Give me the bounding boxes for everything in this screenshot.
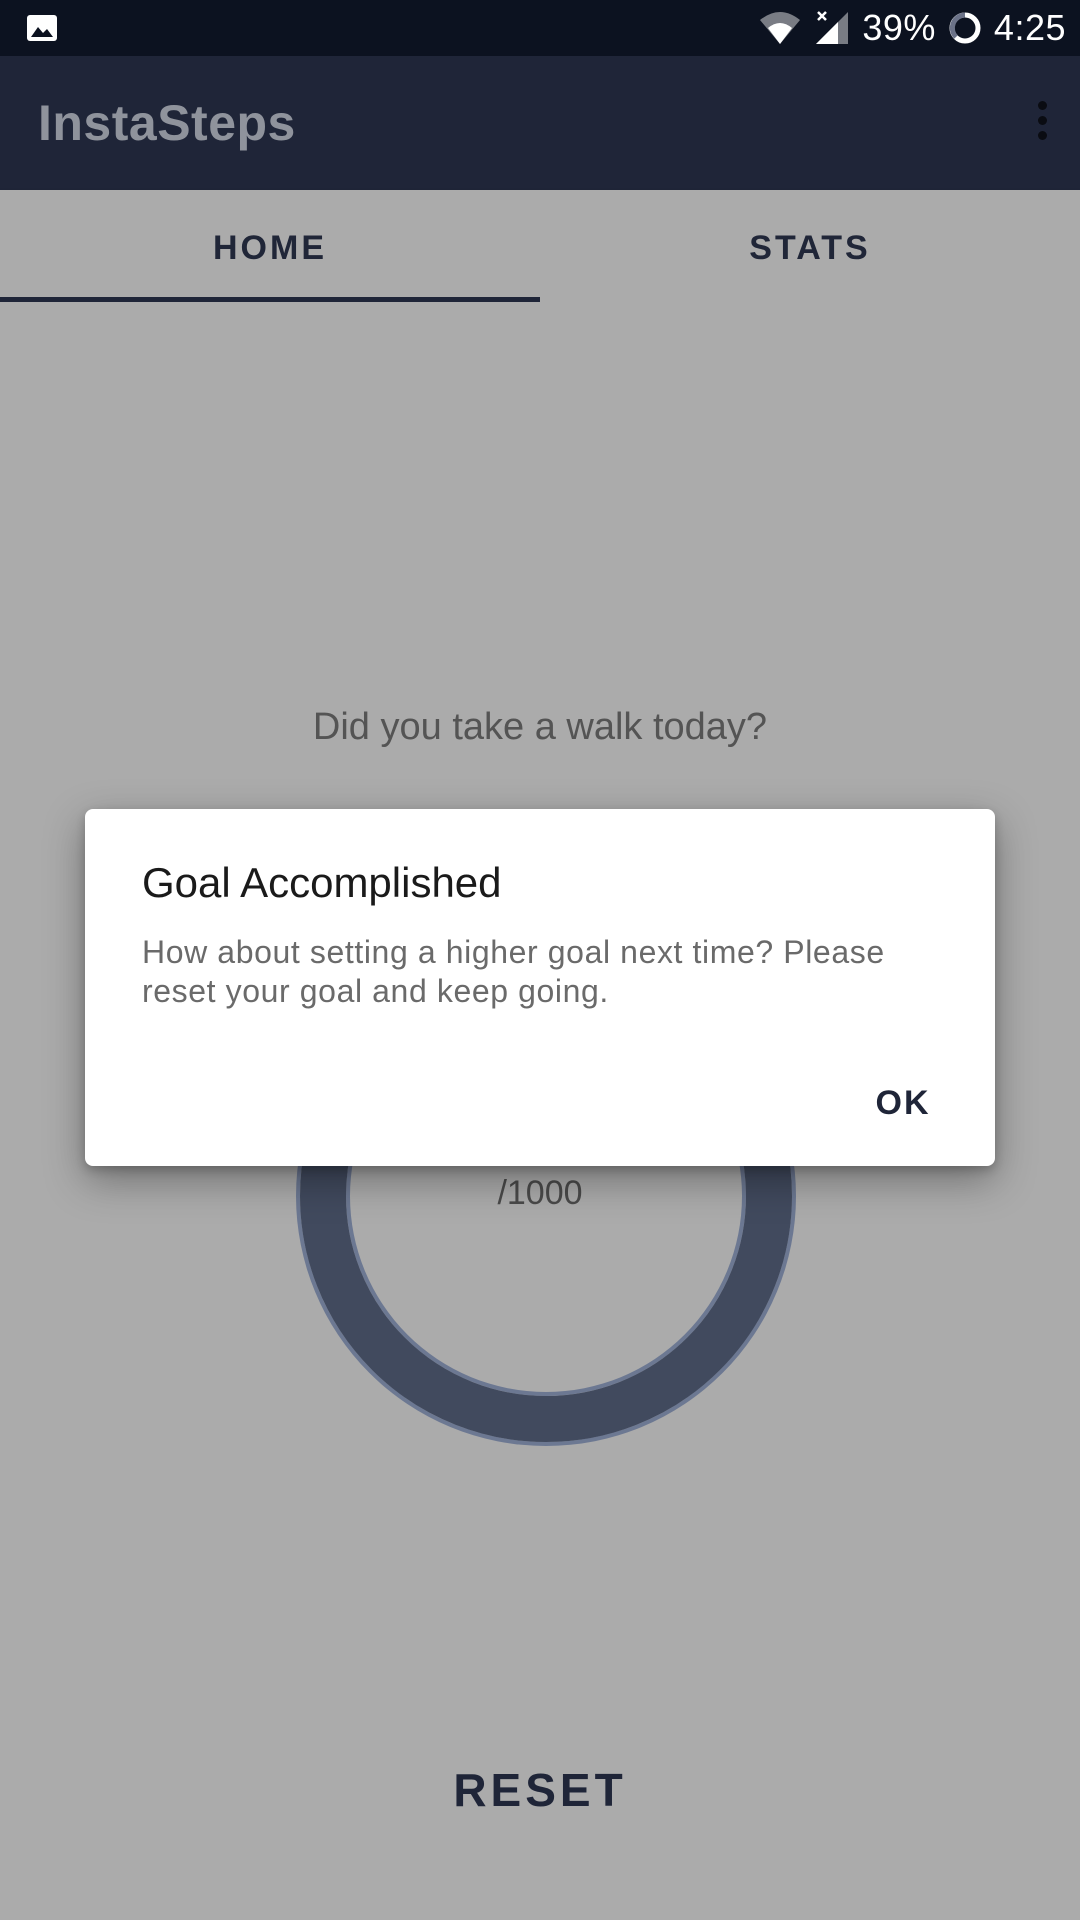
signal-no-sim-icon <box>816 11 849 44</box>
reset-button[interactable]: RESET <box>420 1742 660 1838</box>
dialog-title: Goal Accomplished <box>142 859 502 906</box>
app-bar: InstaSteps <box>0 56 1080 190</box>
status-bar: 39% 4:25 <box>0 0 1080 56</box>
wifi-icon <box>760 12 801 44</box>
tab-bar: HOME STATS <box>0 190 1080 302</box>
tab-home[interactable]: HOME <box>0 190 540 302</box>
tab-stats[interactable]: STATS <box>540 190 1080 302</box>
goal-text: /1000 <box>497 1174 583 1212</box>
image-icon <box>27 15 57 41</box>
dialog-message: How about setting a higher goal next tim… <box>142 934 885 1009</box>
ok-button[interactable]: OK <box>863 1071 943 1135</box>
app-title: InstaSteps <box>38 95 296 151</box>
battery-percent: 39% <box>862 7 936 48</box>
battery-ring-icon <box>949 12 981 44</box>
status-time: 4:25 <box>993 7 1066 48</box>
walk-prompt: Did you take a walk today? <box>312 706 768 748</box>
status-icons: 39% 4:25 <box>758 0 1066 56</box>
goal-dialog: Goal Accomplished How about setting a hi… <box>85 809 995 1166</box>
more-vert-icon[interactable] <box>1024 96 1060 152</box>
